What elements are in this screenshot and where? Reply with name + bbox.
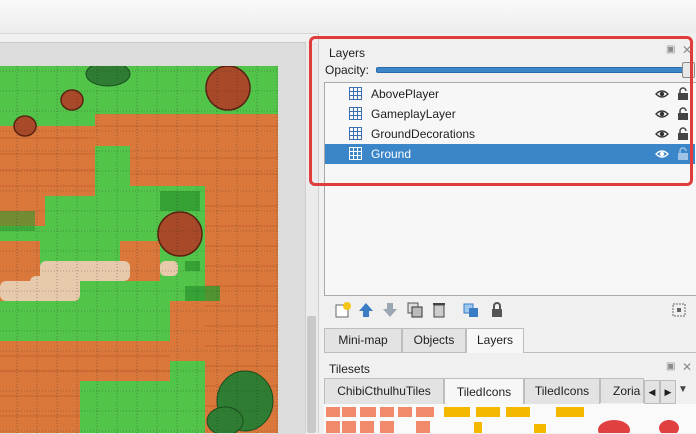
tileset-tiles <box>326 407 679 433</box>
layers-panel-title: Layers <box>329 46 366 60</box>
close-tilesets-icon[interactable]: ✕ <box>682 360 692 374</box>
lock-toggle-icon[interactable] <box>677 87 689 101</box>
tilesets-panel-title: Tilesets <box>329 362 370 376</box>
layer-row[interactable]: AbovePlayer <box>325 84 695 104</box>
tile-layer-icon <box>349 127 362 140</box>
opacity-label: Opacity: <box>325 63 370 77</box>
show-other-layers-icon[interactable] <box>462 301 480 319</box>
tab-mini-map[interactable]: Mini-map <box>324 328 402 352</box>
lower-layer-icon[interactable] <box>381 301 399 319</box>
tab-tiledicons[interactable]: TiledIcons <box>444 378 524 405</box>
visibility-eye-icon[interactable] <box>655 108 669 120</box>
lock-toggle-icon[interactable] <box>677 127 689 141</box>
lock-layer-icon[interactable] <box>488 301 506 319</box>
layer-row[interactable]: GroundDecorations <box>325 124 695 144</box>
tilesets-tabs: ChibiCthulhuTiles TiledIcons TiledIcons … <box>324 378 696 405</box>
duplicate-layer-icon[interactable] <box>406 301 424 319</box>
layer-name: AbovePlayer <box>371 87 440 101</box>
tabs-scroll-left-icon[interactable]: ◀ <box>644 380 660 404</box>
tab-chibicthulhutiles[interactable]: ChibiCthulhuTiles <box>324 378 444 404</box>
map-canvas[interactable] <box>0 66 278 433</box>
tile-layer-icon <box>349 147 362 160</box>
visibility-eye-icon[interactable] <box>655 88 669 100</box>
map-scroll-thumb[interactable] <box>307 316 316 433</box>
float-panel-icon[interactable]: ▣ <box>666 44 675 55</box>
visibility-eye-icon[interactable] <box>655 128 669 140</box>
panel-options-icon[interactable] <box>670 301 688 319</box>
close-panel-icon[interactable]: ✕ <box>682 43 692 57</box>
tab-layers[interactable]: Layers <box>466 328 524 353</box>
tabs-menu-icon[interactable]: ▼ <box>678 384 688 395</box>
layer-name: GroundDecorations <box>371 127 476 141</box>
tab-objects[interactable]: Objects <box>402 328 466 352</box>
new-layer-icon[interactable] <box>334 301 352 319</box>
tab-zoria[interactable]: Zoria <box>600 378 644 403</box>
raise-layer-icon[interactable] <box>357 301 375 319</box>
layer-name: Ground <box>371 147 412 161</box>
delete-layer-icon[interactable] <box>430 301 448 319</box>
tabs-scroll-right-icon[interactable]: ▶ <box>660 380 676 404</box>
visibility-eye-icon[interactable] <box>655 148 669 160</box>
tile-map <box>0 66 278 433</box>
tilesets-header: Tilesets ▣ ✕ <box>324 358 696 378</box>
tile-layer-icon <box>349 87 362 100</box>
layers-panel-tabs: Mini-map Objects Layers <box>324 328 696 353</box>
layer-row[interactable]: GameplayLayer <box>325 104 695 124</box>
float-tilesets-icon[interactable]: ▣ <box>666 361 675 372</box>
lock-toggle-icon[interactable] <box>677 107 689 121</box>
main-toolbar-area <box>0 0 696 34</box>
layer-name: GameplayLayer <box>371 107 456 121</box>
layer-row[interactable]: Ground <box>325 144 695 164</box>
tileset-view[interactable] <box>324 404 696 433</box>
tile-layer-icon <box>349 107 362 120</box>
lock-toggle-icon[interactable] <box>677 147 689 161</box>
map-background <box>278 66 305 433</box>
layer-toolbar <box>324 297 696 325</box>
opacity-slider-handle[interactable] <box>682 62 695 78</box>
tab-tiledicons-2[interactable]: TiledIcons <box>524 378 600 404</box>
opacity-slider[interactable] <box>376 67 691 73</box>
